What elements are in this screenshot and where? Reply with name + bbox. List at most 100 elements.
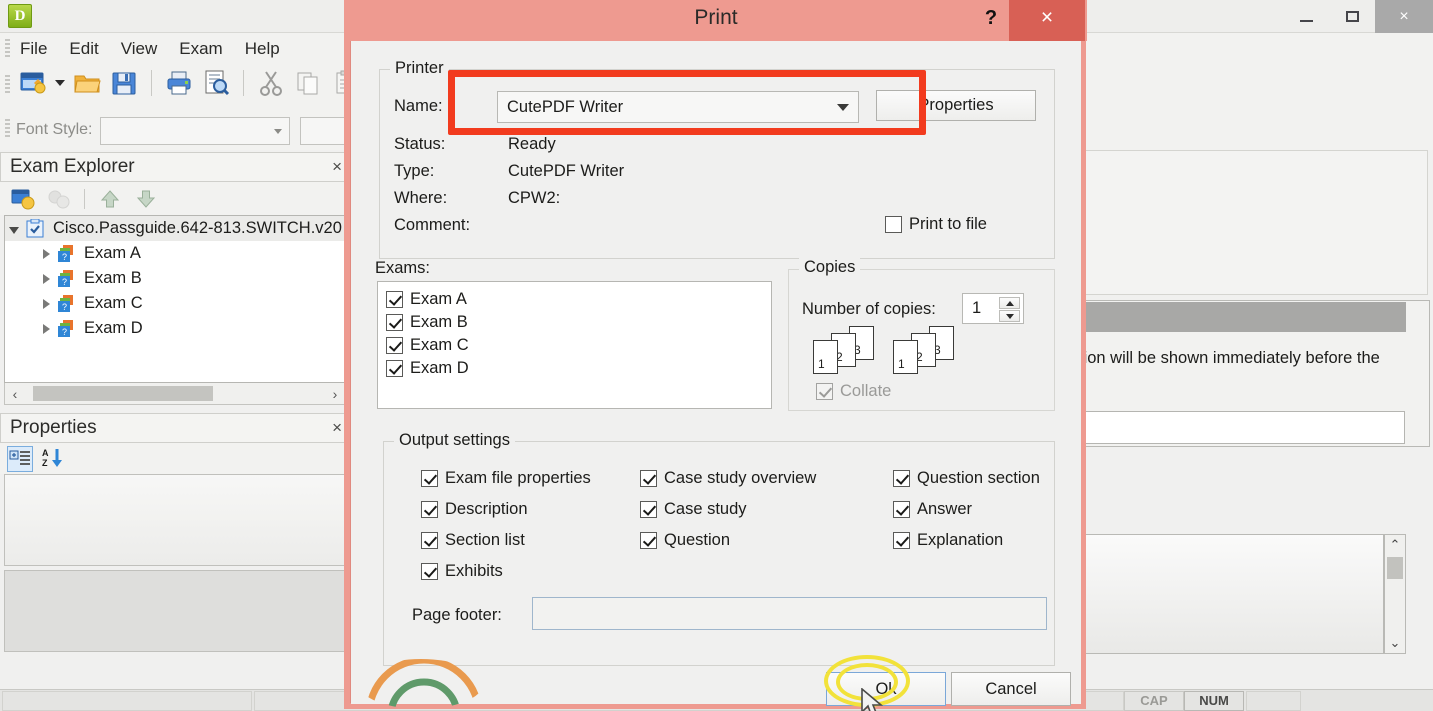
output-option-case-study-overview[interactable]: Case study overview [640, 469, 816, 488]
scroll-left-icon[interactable]: ‹ [5, 386, 25, 402]
format-grip-handle[interactable] [5, 119, 10, 139]
scroll-thumb[interactable] [33, 386, 213, 401]
scroll-down-icon[interactable]: ⌄ [1385, 635, 1405, 651]
exam-explorer-close-icon[interactable]: × [332, 157, 342, 177]
exam-list-item-label: Exam A [410, 290, 467, 308]
alphabetical-sort-icon[interactable]: AZ [41, 446, 67, 472]
ok-button[interactable]: Ok [826, 672, 946, 706]
menu-item-view[interactable]: View [121, 39, 158, 59]
exam-list-item[interactable]: Exam B [386, 311, 771, 334]
print-icon[interactable] [164, 68, 194, 98]
output-option-case-study[interactable]: Case study [640, 500, 747, 519]
copies-group: Copies Number of copies: 1 3 2 1 3 2 1 C… [788, 258, 1055, 411]
add-exam-icon[interactable] [10, 186, 36, 212]
output-option-answer[interactable]: Answer [893, 500, 972, 519]
maximize-button[interactable] [1329, 0, 1375, 33]
open-folder-icon[interactable] [72, 68, 102, 98]
menu-item-help[interactable]: Help [245, 39, 280, 59]
svg-text:?: ? [62, 327, 67, 337]
properties-grid[interactable] [4, 474, 348, 566]
uncollated-pages-icon: 3 2 1 [811, 326, 891, 376]
output-option-question-section[interactable]: Question section [893, 469, 1040, 488]
toolbar-grip-handle[interactable] [5, 75, 10, 95]
editor-top-area [1078, 150, 1428, 295]
output-option-exhibits[interactable]: Exhibits [421, 562, 503, 581]
output-option-exam-file-properties[interactable]: Exam file properties [421, 469, 591, 488]
menu-grip-handle[interactable] [5, 39, 10, 59]
exams-listbox[interactable]: Exam A Exam B Exam C Exam D [377, 281, 772, 409]
exam-list-item[interactable]: Exam A [386, 288, 771, 311]
spinner-down-button[interactable] [999, 310, 1020, 322]
output-option-question[interactable]: Question [640, 531, 730, 550]
exam-list-item[interactable]: Exam D [386, 357, 771, 380]
tree-item-exam-d[interactable]: ? Exam D [5, 316, 347, 341]
printer-group: Printer Name: CutePDF Writer Properties … [379, 59, 1055, 259]
output-option-section-list[interactable]: Section list [421, 531, 525, 550]
checkbox-icon [893, 501, 910, 518]
categorized-view-icon[interactable] [7, 445, 33, 472]
menu-item-edit[interactable]: Edit [69, 39, 98, 59]
scroll-up-icon[interactable]: ⌃ [1385, 537, 1405, 553]
editor-lower-pane[interactable] [1078, 534, 1384, 654]
checkbox-icon [885, 216, 902, 233]
status-cell-3 [1246, 690, 1301, 711]
exam-list-item[interactable]: Exam C [386, 334, 771, 357]
page-footer-input[interactable] [532, 597, 1047, 630]
page-number: 1 [818, 357, 825, 371]
output-option-label: Exam file properties [445, 469, 591, 487]
expand-icon[interactable] [43, 273, 50, 284]
exam-tree[interactable]: Cisco.Passguide.642-813.SWITCH.v20 ? Exa… [4, 215, 348, 383]
exam-tree-horizontal-scrollbar[interactable]: ‹ › [4, 383, 348, 405]
cancel-button[interactable]: Cancel [951, 672, 1071, 706]
font-style-combo[interactable] [100, 117, 290, 145]
exam-file-icon [25, 218, 47, 239]
scroll-right-icon[interactable]: › [325, 386, 345, 402]
checkbox-icon[interactable] [386, 291, 403, 308]
checkbox-icon[interactable] [386, 337, 403, 354]
expand-icon[interactable] [43, 248, 50, 259]
maximize-icon [1345, 11, 1359, 22]
save-icon[interactable] [109, 68, 139, 98]
dock-splitter[interactable] [0, 405, 352, 413]
help-button[interactable]: ? [976, 2, 1006, 34]
expand-icon[interactable] [43, 298, 50, 309]
printer-properties-button[interactable]: Properties [876, 90, 1036, 121]
expand-icon[interactable] [43, 323, 50, 334]
copy-icon[interactable] [293, 68, 323, 98]
print-preview-icon[interactable] [201, 68, 231, 98]
new-exam-icon[interactable] [18, 68, 48, 98]
copies-number-label: Number of copies: [802, 300, 936, 318]
checkbox-icon [421, 501, 438, 518]
move-down-icon[interactable] [133, 186, 159, 212]
checkbox-icon[interactable] [386, 314, 403, 331]
tree-item-exam-c[interactable]: ? Exam C [5, 291, 347, 316]
remove-exam-icon[interactable] [46, 186, 72, 212]
output-option-explanation[interactable]: Explanation [893, 531, 1003, 550]
tree-root-node[interactable]: Cisco.Passguide.642-813.SWITCH.v20 [5, 216, 347, 241]
scroll-thumb[interactable] [1387, 557, 1403, 579]
output-option-description[interactable]: Description [421, 500, 528, 519]
menu-item-file[interactable]: File [20, 39, 47, 59]
tree-item-exam-b[interactable]: ? Exam B [5, 266, 347, 291]
minimize-button[interactable] [1283, 0, 1329, 33]
copies-spinner[interactable]: 1 [962, 293, 1024, 324]
cut-icon[interactable] [256, 68, 286, 98]
spinner-buttons[interactable] [999, 297, 1020, 322]
print-dialog-close-button[interactable]: × [1009, 0, 1085, 41]
checkbox-icon[interactable] [386, 360, 403, 377]
font-style-label: Font Style: [16, 121, 93, 138]
printer-name-combo[interactable]: CutePDF Writer [497, 91, 859, 123]
app-close-button[interactable]: × [1375, 0, 1433, 33]
print-to-file-checkbox[interactable]: Print to file [885, 215, 987, 234]
expand-collapse-icon[interactable] [9, 226, 19, 234]
editor-text-input[interactable] [1080, 411, 1405, 444]
menu-item-exam[interactable]: Exam [179, 39, 222, 59]
editor-vertical-scrollbar[interactable]: ⌃ ⌄ [1384, 534, 1406, 654]
tree-item-exam-a[interactable]: ? Exam A [5, 241, 347, 266]
spinner-up-button[interactable] [999, 297, 1020, 309]
properties-close-icon[interactable]: × [332, 418, 342, 438]
new-exam-dropdown-caret-icon[interactable] [55, 80, 65, 86]
menu-items: File Edit View Exam Help [20, 33, 280, 65]
move-up-icon[interactable] [97, 186, 123, 212]
minimize-icon [1299, 19, 1313, 22]
